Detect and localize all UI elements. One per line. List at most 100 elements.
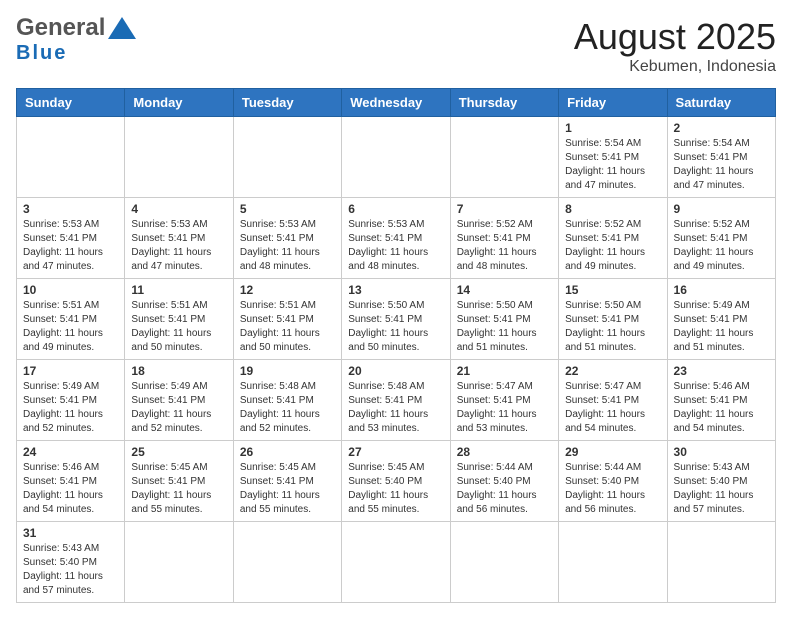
day-number: 9 [674,202,769,216]
table-row: 23Sunrise: 5:46 AM Sunset: 5:41 PM Dayli… [667,360,775,441]
day-info: Sunrise: 5:52 AM Sunset: 5:41 PM Dayligh… [565,218,660,274]
day-info: Sunrise: 5:53 AM Sunset: 5:41 PM Dayligh… [23,218,118,274]
table-row: 18 Sunrise: 5:49 AM Sunset: 5:41 PM Dayli… [125,360,233,441]
day-number: 13 [348,283,443,297]
table-row: 30 Sunrise: 5:43 AM Sunset: 5:40 PM Dayli… [667,441,775,522]
table-row: 14 Sunrise: 5:50 AM Sunset: 5:41 PM Dayli… [450,279,558,360]
table-row: 27Sunrise: 5:45 AM Sunset: 5:40 PM Dayli… [342,441,450,522]
table-row: 4Sunrise: 5:53 AM Sunset: 5:41 PM Daylig… [125,198,233,279]
day-info: Sunrise: 5:54 AM Sunset: 5:41 PM Dayligh… [674,137,769,193]
header-saturday: Saturday [667,89,775,117]
day-number: 24 [23,445,118,459]
day-number: 16 [674,283,769,297]
day-number: 14 [457,283,552,297]
logo-general-text: General [16,16,105,40]
day-info: Sunrise: 5:51 AM Sunset: 5:41 PM Dayligh… [131,299,226,355]
day-info: Sunrise: 5:43 AM Sunset: 5:40 PM Dayligh… [674,461,769,517]
day-info: Sunrise: 5:51 AM Sunset: 5:41 PM Dayligh… [240,299,335,355]
day-number: 31 [23,526,118,540]
day-info: Sunrise: 5:49 AM Sunset: 5:41 PM Dayligh… [23,380,118,436]
table-row [125,522,233,603]
table-row: 31 Sunrise: 5:43 AM Sunset: 5:40 PM Dayli… [17,522,125,603]
table-row: 24Sunrise: 5:46 AM Sunset: 5:41 PM Dayli… [17,441,125,522]
day-info: Sunrise: 5:45 AM Sunset: 5:41 PM Dayligh… [240,461,335,517]
table-row: 5 Sunrise: 5:53 AM Sunset: 5:41 PM Daylig… [233,198,341,279]
day-info: Sunrise: 5:53 AM Sunset: 5:41 PM Dayligh… [240,218,335,274]
table-row: 7Sunrise: 5:52 AM Sunset: 5:41 PM Daylig… [450,198,558,279]
day-number: 1 [565,121,660,135]
table-row [125,117,233,198]
day-number: 28 [457,445,552,459]
table-row [667,522,775,603]
day-number: 15 [565,283,660,297]
table-row [342,117,450,198]
day-info: Sunrise: 5:53 AM Sunset: 5:41 PM Dayligh… [348,218,443,274]
header-wednesday: Wednesday [342,89,450,117]
header-tuesday: Tuesday [233,89,341,117]
day-info: Sunrise: 5:44 AM Sunset: 5:40 PM Dayligh… [457,461,552,517]
table-row: 9 Sunrise: 5:52 AM Sunset: 5:41 PM Daylig… [667,198,775,279]
header-monday: Monday [125,89,233,117]
table-row: 16 Sunrise: 5:49 AM Sunset: 5:41 PM Dayli… [667,279,775,360]
calendar-week-row: 1 Sunrise: 5:54 AM Sunset: 5:41 PM Daylig… [17,117,776,198]
day-number: 5 [240,202,335,216]
table-row: 15Sunrise: 5:50 AM Sunset: 5:41 PM Dayli… [559,279,667,360]
table-row: 28 Sunrise: 5:44 AM Sunset: 5:40 PM Dayli… [450,441,558,522]
day-info: Sunrise: 5:49 AM Sunset: 5:41 PM Dayligh… [674,299,769,355]
table-row: 29Sunrise: 5:44 AM Sunset: 5:40 PM Dayli… [559,441,667,522]
day-number: 22 [565,364,660,378]
header-friday: Friday [559,89,667,117]
location-label: Kebumen, Indonesia [574,58,776,76]
day-number: 30 [674,445,769,459]
day-number: 18 [131,364,226,378]
day-info: Sunrise: 5:48 AM Sunset: 5:41 PM Dayligh… [348,380,443,436]
table-row: 10Sunrise: 5:51 AM Sunset: 5:41 PM Dayli… [17,279,125,360]
header-thursday: Thursday [450,89,558,117]
table-row [342,522,450,603]
day-info: Sunrise: 5:47 AM Sunset: 5:41 PM Dayligh… [565,380,660,436]
header-sunday: Sunday [17,89,125,117]
day-number: 27 [348,445,443,459]
logo-icon [108,17,136,39]
month-year-label: August 2025 [574,16,776,58]
day-number: 2 [674,121,769,135]
table-row [17,117,125,198]
day-info: Sunrise: 5:47 AM Sunset: 5:41 PM Dayligh… [457,380,552,436]
day-number: 12 [240,283,335,297]
day-info: Sunrise: 5:53 AM Sunset: 5:41 PM Dayligh… [131,218,226,274]
day-number: 11 [131,283,226,297]
day-info: Sunrise: 5:52 AM Sunset: 5:41 PM Dayligh… [674,218,769,274]
calendar-week-row: 17Sunrise: 5:49 AM Sunset: 5:41 PM Dayli… [17,360,776,441]
table-row: 26 Sunrise: 5:45 AM Sunset: 5:41 PM Dayli… [233,441,341,522]
table-row [233,117,341,198]
day-info: Sunrise: 5:44 AM Sunset: 5:40 PM Dayligh… [565,461,660,517]
day-info: Sunrise: 5:50 AM Sunset: 5:41 PM Dayligh… [348,299,443,355]
table-row: 8 Sunrise: 5:52 AM Sunset: 5:41 PM Daylig… [559,198,667,279]
table-row [559,522,667,603]
weekday-header-row: Sunday Monday Tuesday Wednesday Thursday… [17,89,776,117]
day-info: Sunrise: 5:45 AM Sunset: 5:41 PM Dayligh… [131,461,226,517]
day-number: 26 [240,445,335,459]
table-row: 21Sunrise: 5:47 AM Sunset: 5:41 PM Dayli… [450,360,558,441]
calendar-week-row: 24Sunrise: 5:46 AM Sunset: 5:41 PM Dayli… [17,441,776,522]
day-number: 10 [23,283,118,297]
day-number: 8 [565,202,660,216]
table-row: 25Sunrise: 5:45 AM Sunset: 5:41 PM Dayli… [125,441,233,522]
table-row: 22 Sunrise: 5:47 AM Sunset: 5:41 PM Dayli… [559,360,667,441]
table-row: 20 Sunrise: 5:48 AM Sunset: 5:41 PM Dayli… [342,360,450,441]
day-number: 3 [23,202,118,216]
page-header: General Blue August 2025 Kebumen, Indone… [16,16,776,76]
calendar-week-row: 3 Sunrise: 5:53 AM Sunset: 5:41 PM Daylig… [17,198,776,279]
day-number: 6 [348,202,443,216]
table-row: 17Sunrise: 5:49 AM Sunset: 5:41 PM Dayli… [17,360,125,441]
day-info: Sunrise: 5:50 AM Sunset: 5:41 PM Dayligh… [457,299,552,355]
table-row [233,522,341,603]
logo: General Blue [16,16,136,65]
day-info: Sunrise: 5:48 AM Sunset: 5:41 PM Dayligh… [240,380,335,436]
table-row: 1Sunrise: 5:54 AM Sunset: 5:41 PM Daylig… [559,117,667,198]
table-row: 19Sunrise: 5:48 AM Sunset: 5:41 PM Dayli… [233,360,341,441]
table-row [450,117,558,198]
day-info: Sunrise: 5:43 AM Sunset: 5:40 PM Dayligh… [23,542,118,598]
day-number: 20 [348,364,443,378]
day-info: Sunrise: 5:49 AM Sunset: 5:41 PM Dayligh… [131,380,226,436]
